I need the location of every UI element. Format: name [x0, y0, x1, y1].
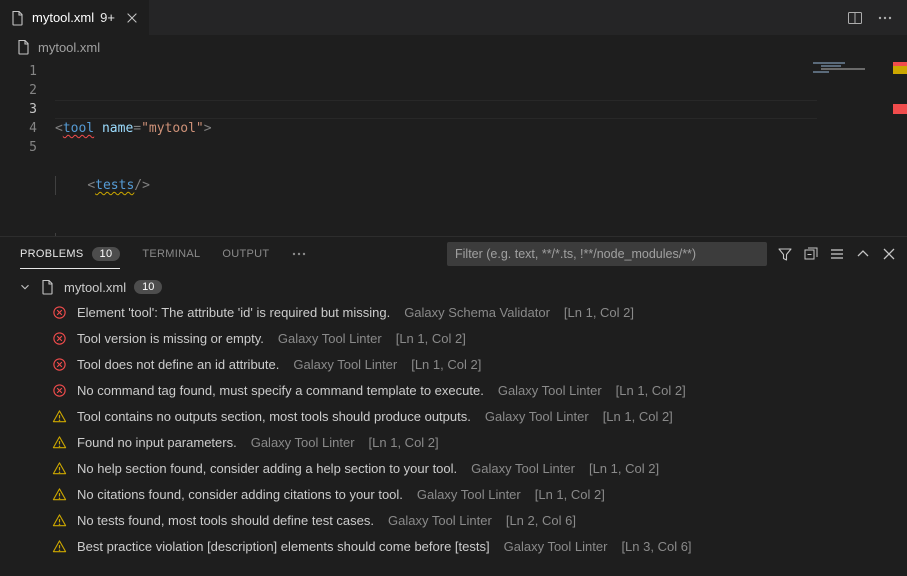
problem-source: Galaxy Tool Linter	[293, 357, 397, 372]
problem-message: No command tag found, must specify a com…	[77, 383, 484, 398]
problem-message: Element 'tool': The attribute 'id' is re…	[77, 305, 390, 320]
problem-location: [Ln 1, Col 2]	[411, 357, 481, 372]
problem-location: [Ln 1, Col 2]	[603, 409, 673, 424]
filter-input[interactable]	[447, 242, 767, 266]
problem-row[interactable]: Tool version is missing or empty. Galaxy …	[0, 325, 907, 351]
problem-source: Galaxy Tool Linter	[471, 461, 575, 476]
chevron-up-icon[interactable]	[855, 246, 871, 262]
problem-row[interactable]: Found no input parameters. Galaxy Tool Li…	[0, 429, 907, 455]
problem-location: [Ln 1, Col 2]	[396, 331, 466, 346]
problem-row[interactable]: No help section found, consider adding a…	[0, 455, 907, 481]
split-editor-icon[interactable]	[847, 10, 863, 26]
problem-location: [Ln 1, Col 2]	[616, 383, 686, 398]
close-panel-icon[interactable]	[881, 246, 897, 262]
more-actions-icon[interactable]	[877, 10, 893, 26]
collapse-all-icon[interactable]	[803, 246, 819, 262]
problem-row[interactable]: No command tag found, must specify a com…	[0, 377, 907, 403]
problem-row[interactable]: Best practice violation [description] el…	[0, 533, 907, 559]
problems-file-row[interactable]: mytool.xml 10	[0, 275, 907, 299]
problem-row[interactable]: Element 'tool': The attribute 'id' is re…	[0, 299, 907, 325]
warning-icon	[52, 487, 67, 502]
more-views-icon[interactable]	[291, 246, 307, 262]
problem-message: Best practice violation [description] el…	[77, 539, 490, 554]
file-icon	[16, 39, 32, 55]
overview-ruler[interactable]	[893, 62, 907, 232]
problem-row[interactable]: No tests found, most tools should define…	[0, 507, 907, 533]
filter-icon[interactable]	[777, 246, 793, 262]
current-line-highlight	[55, 100, 817, 119]
problems-list: mytool.xml 10 Element 'tool': The attrib…	[0, 271, 907, 576]
problem-message: No citations found, consider adding cita…	[77, 487, 403, 502]
problem-location: [Ln 1, Col 2]	[369, 435, 439, 450]
file-icon	[10, 10, 26, 26]
warning-icon	[52, 513, 67, 528]
view-as-list-icon[interactable]	[829, 246, 845, 262]
problem-location: [Ln 3, Col 6]	[621, 539, 691, 554]
problem-row[interactable]: Tool contains no outputs section, most t…	[0, 403, 907, 429]
warning-icon	[52, 435, 67, 450]
breadcrumb[interactable]: mytool.xml	[0, 35, 907, 59]
chevron-down-icon	[18, 280, 32, 294]
problem-source: Galaxy Tool Linter	[417, 487, 521, 502]
breadcrumb-filename: mytool.xml	[38, 40, 100, 55]
file-problems-count: 10	[134, 280, 162, 294]
problem-source: Galaxy Tool Linter	[388, 513, 492, 528]
problem-location: [Ln 1, Col 2]	[535, 487, 605, 502]
problem-source: Galaxy Schema Validator	[404, 305, 550, 320]
code-editor[interactable]: 1 2 3 4 5 <tool name="mytool"> <tests/> …	[0, 59, 907, 229]
problem-message: No tests found, most tools should define…	[77, 513, 374, 528]
file-name: mytool.xml	[64, 280, 126, 295]
problem-row[interactable]: Tool does not define an id attribute. Gal…	[0, 351, 907, 377]
problem-source: Galaxy Tool Linter	[485, 409, 589, 424]
tab-terminal[interactable]: TERMINAL	[142, 248, 200, 260]
minimap[interactable]	[813, 62, 893, 92]
problem-source: Galaxy Tool Linter	[504, 539, 608, 554]
warning-icon	[52, 409, 67, 424]
warning-icon	[52, 461, 67, 476]
problem-message: Tool version is missing or empty.	[77, 331, 264, 346]
problem-source: Galaxy Tool Linter	[278, 331, 382, 346]
tab-output[interactable]: OUTPUT	[222, 248, 269, 260]
editor-tab[interactable]: mytool.xml 9+	[0, 0, 150, 35]
editor-actions	[847, 0, 907, 35]
close-icon[interactable]	[125, 11, 139, 25]
warning-icon	[52, 539, 67, 554]
problem-location: [Ln 1, Col 2]	[564, 305, 634, 320]
error-icon	[52, 357, 67, 372]
problems-count-badge: 10	[92, 247, 121, 261]
code-content[interactable]: <tool name="mytool"> <tests/> <descripti…	[55, 62, 907, 229]
panel-header: PROBLEMS 10 TERMINAL OUTPUT	[0, 237, 907, 271]
problem-message: Found no input parameters.	[77, 435, 237, 450]
tab-problems[interactable]: PROBLEMS 10	[20, 247, 120, 261]
tab-problems-badge: 9+	[100, 10, 115, 25]
problem-location: [Ln 1, Col 2]	[589, 461, 659, 476]
error-icon	[52, 331, 67, 346]
problem-message: Tool contains no outputs section, most t…	[77, 409, 471, 424]
file-icon	[40, 279, 56, 295]
problem-row[interactable]: No citations found, consider adding cita…	[0, 481, 907, 507]
problem-source: Galaxy Tool Linter	[251, 435, 355, 450]
error-icon	[52, 383, 67, 398]
problem-message: Tool does not define an id attribute.	[77, 357, 279, 372]
bottom-panel: PROBLEMS 10 TERMINAL OUTPUT	[0, 236, 907, 576]
line-gutter: 1 2 3 4 5	[0, 62, 55, 229]
problem-source: Galaxy Tool Linter	[498, 383, 602, 398]
error-icon	[52, 305, 67, 320]
problem-location: [Ln 2, Col 6]	[506, 513, 576, 528]
tab-bar: mytool.xml 9+	[0, 0, 907, 35]
problem-message: No help section found, consider adding a…	[77, 461, 457, 476]
tab-filename: mytool.xml	[32, 10, 94, 25]
